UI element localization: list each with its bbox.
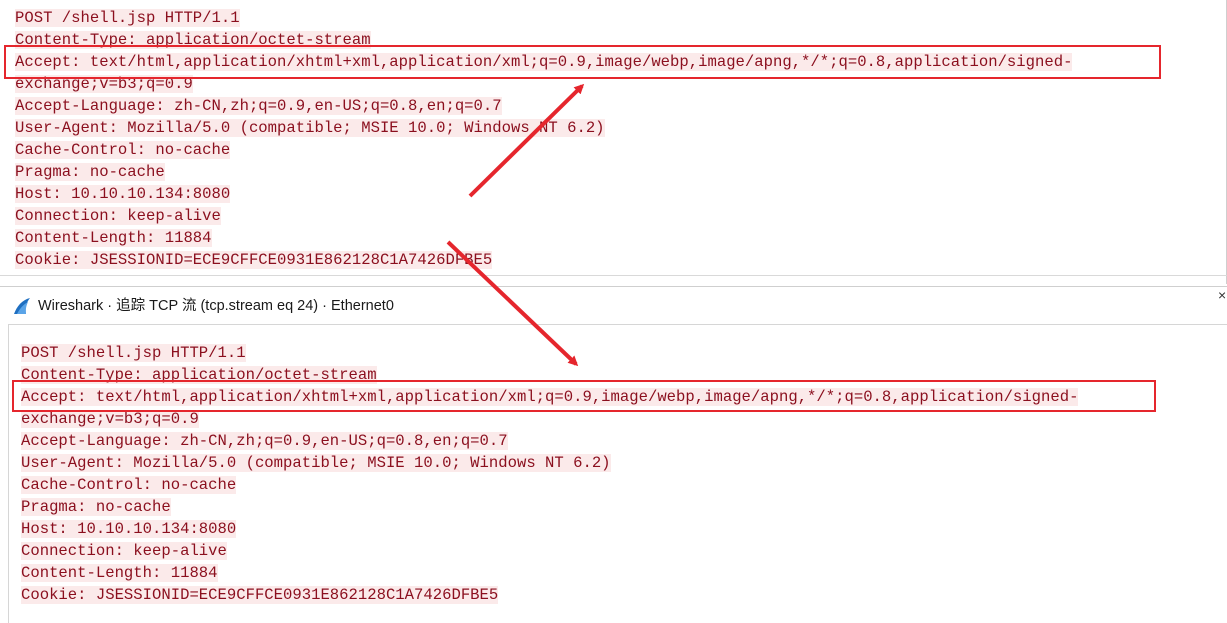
wireshark-fin-icon <box>14 298 30 314</box>
header-connection: Connection: keep-alive <box>21 542 227 560</box>
header-content-length: Content-Length: 11884 <box>15 229 212 247</box>
header-cookie: Cookie: JSESSIONID=ECE9CFFCE0931E862128C… <box>21 586 499 604</box>
window-titlebar[interactable]: Wireshark · 追踪 TCP 流 (tcp.stream eq 24) … <box>0 286 1227 325</box>
header-cookie: Cookie: JSESSIONID=ECE9CFFCE0931E862128C… <box>15 251 493 269</box>
request-line: POST /shell.jsp HTTP/1.1 <box>15 9 240 27</box>
accept-highlight-box-top <box>4 45 1161 79</box>
header-user-agent: User-Agent: Mozilla/5.0 (compatible; MSI… <box>15 119 605 137</box>
header-host: Host: 10.10.10.134:8080 <box>21 520 237 538</box>
header-connection: Connection: keep-alive <box>15 207 221 225</box>
close-icon[interactable]: × <box>1218 287 1226 303</box>
header-user-agent: User-Agent: Mozilla/5.0 (compatible; MSI… <box>21 454 611 472</box>
header-cache-control: Cache-Control: no-cache <box>21 476 237 494</box>
header-accept-language: Accept-Language: zh-CN,zh;q=0.9,en-US;q=… <box>21 432 508 450</box>
top-stream-panel: POST /shell.jsp HTTP/1.1 Content-Type: a… <box>0 0 1227 284</box>
header-pragma: Pragma: no-cache <box>15 163 165 181</box>
header-content-length: Content-Length: 11884 <box>21 564 218 582</box>
accept-highlight-box-bottom <box>12 380 1156 412</box>
window-title: Wireshark · 追踪 TCP 流 (tcp.stream eq 24) … <box>38 298 394 314</box>
header-host: Host: 10.10.10.134:8080 <box>15 185 231 203</box>
header-accept-language: Accept-Language: zh-CN,zh;q=0.9,en-US;q=… <box>15 97 502 115</box>
header-pragma: Pragma: no-cache <box>21 498 171 516</box>
request-line: POST /shell.jsp HTTP/1.1 <box>21 344 246 362</box>
header-cache-control: Cache-Control: no-cache <box>15 141 231 159</box>
panel-divider <box>0 275 1227 276</box>
